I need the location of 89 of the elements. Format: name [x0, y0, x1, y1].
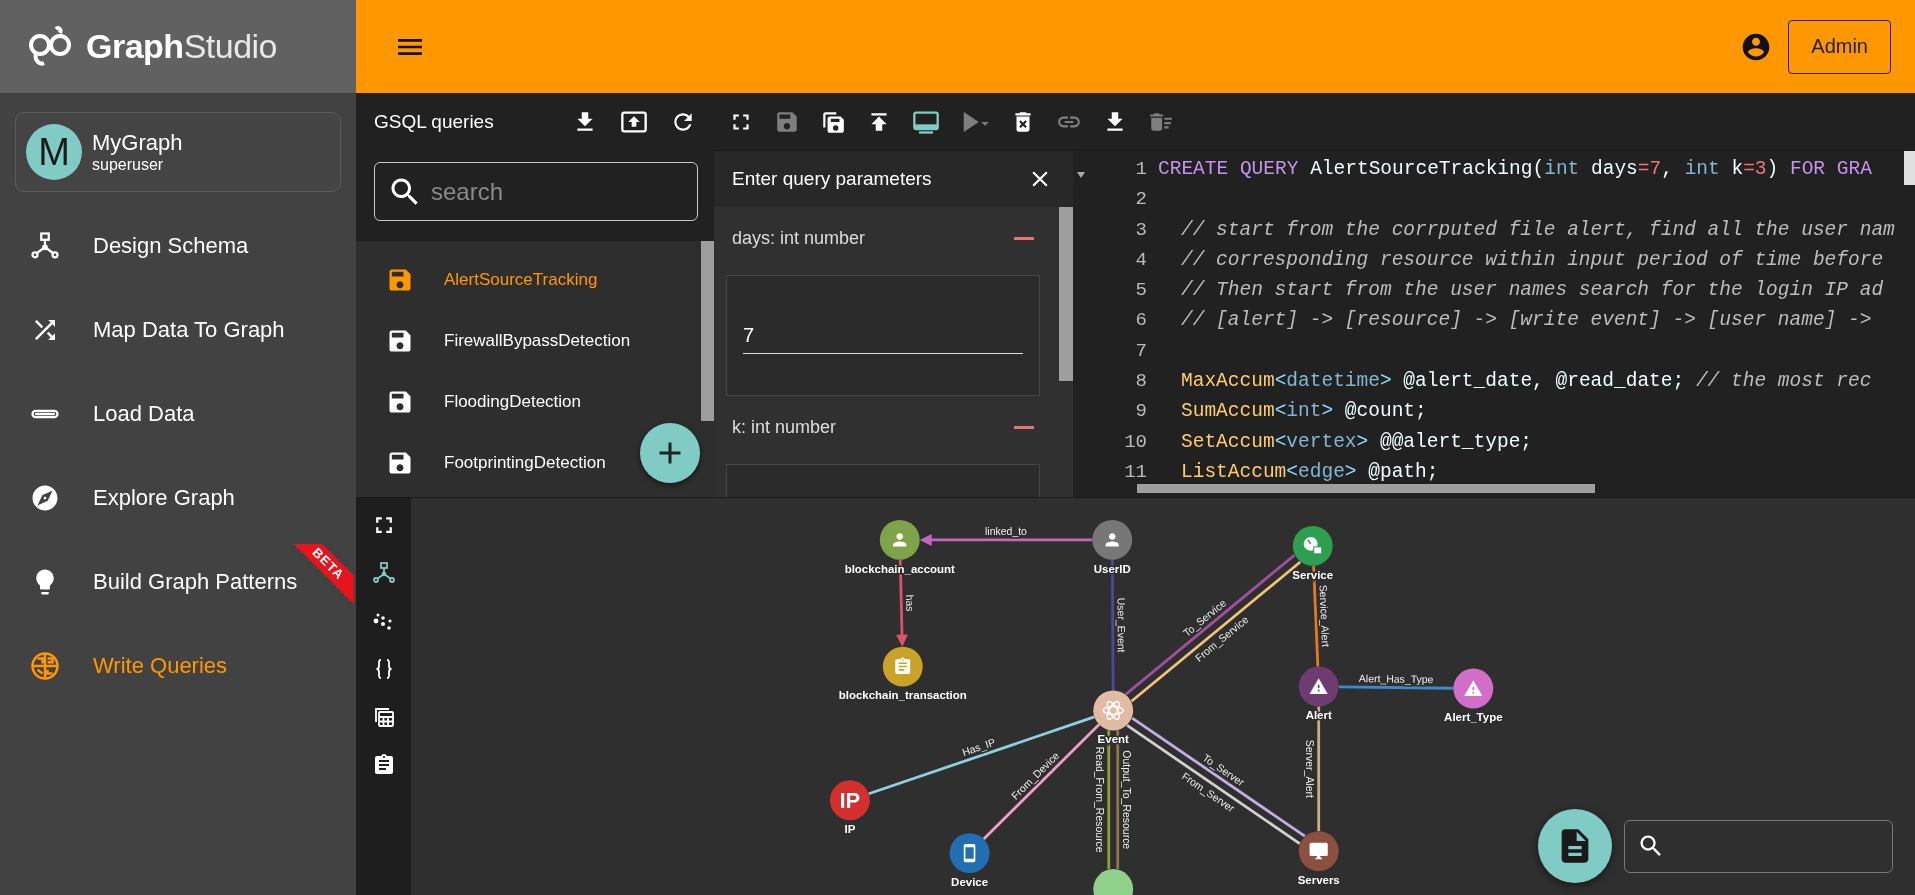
line-number: 9 [1134, 399, 1147, 425]
line-number: 7 [1134, 338, 1147, 364]
line-number: 4 [1134, 247, 1147, 273]
line-number: 11 [1123, 459, 1147, 485]
edge-label: Service_Alert [1317, 584, 1331, 648]
edge-label: Alert_Has_Type [1358, 673, 1434, 685]
search-field[interactable] [1624, 819, 1893, 873]
input-field[interactable]: 7 [743, 317, 1023, 354]
edge-label: Output_To_Resource [1120, 750, 1132, 850]
code-line: CREATE QUERY AlertSourceTracking(int days=7, int k=3) FOR GRA [1158, 157, 1873, 182]
code-line: // Then start from the user names search for the login IP ad [1180, 278, 1885, 304]
graph-canvas[interactable] [411, 498, 1915, 895]
warning-icon [1309, 678, 1328, 694]
person-icon [1105, 533, 1119, 547]
field-label: k: int number [732, 416, 837, 438]
panel-title: Enter query parameters [732, 168, 932, 190]
nav-item[interactable]: Build Graph Patterns [93, 569, 298, 595]
remove-button[interactable] [1014, 236, 1034, 240]
user-role: superuser [92, 156, 165, 174]
compass-icon [30, 483, 60, 513]
edge-label: Server_Alert [1303, 739, 1315, 798]
edge-label: Has_IP [960, 736, 997, 759]
edge-label: User_Event [1115, 597, 1127, 653]
graph-node[interactable] [949, 833, 990, 874]
clock-icon [1303, 536, 1323, 555]
clipboard-icon [895, 657, 911, 674]
nav-item[interactable]: Design Schema [93, 233, 249, 259]
edge-label: has [904, 594, 916, 612]
app-logo: GraphStudio [86, 27, 278, 66]
nav-item[interactable]: Load Data [93, 401, 195, 427]
person-icon [893, 533, 907, 547]
scrollbar[interactable] [1137, 484, 1595, 493]
query-item[interactable]: FootprintingDetection [444, 452, 606, 473]
line-number: 3 [1134, 217, 1147, 243]
panel-title: GSQL queries [374, 110, 495, 133]
remove-button[interactable] [1014, 425, 1034, 429]
monitor-icon [1309, 842, 1328, 860]
node-label: Alert_Type [1444, 711, 1503, 724]
code-line: // corresponding resource within input period of time before [1180, 247, 1885, 273]
code-line: ListAccum<edge> @path; [1180, 459, 1440, 485]
edge-label: Read_From_Resource [1093, 746, 1105, 853]
line-number: 5 [1134, 278, 1147, 304]
node-glyph: IP [839, 788, 861, 814]
node-label: UserID [1093, 562, 1131, 575]
fold-icon[interactable] [1077, 172, 1085, 178]
schema-icon [30, 231, 60, 261]
node-label: Servers [1297, 874, 1340, 887]
graph-node[interactable] [829, 780, 870, 821]
node-label: Device [951, 876, 989, 888]
line-number: 6 [1134, 308, 1147, 334]
graph-node[interactable] [1093, 690, 1134, 731]
line-number: 10 [1123, 429, 1147, 455]
atom-icon [1102, 700, 1124, 721]
phone-icon [963, 843, 976, 863]
query-item[interactable]: FirewallBypassDetection [444, 330, 631, 351]
graph-card[interactable]: M MyGraph superuser [15, 112, 341, 192]
emblem-icon [30, 651, 60, 681]
node-label: IP [844, 823, 856, 836]
nav-item[interactable]: Map Data To Graph [93, 317, 285, 343]
field-label: days: int number [732, 227, 866, 249]
line-number: 1 [1134, 157, 1147, 182]
scrollbar[interactable] [1904, 151, 1915, 185]
query-item[interactable]: AlertSourceTracking [444, 269, 598, 290]
warning-icon [1464, 680, 1483, 696]
user-button[interactable]: Admin [1788, 19, 1891, 74]
edge-label: linked_to [985, 525, 1027, 537]
code-line: MaxAccum<datetime> @alert_date, @read_date; // the most rec [1180, 369, 1873, 395]
line-number: 8 [1134, 369, 1147, 395]
code-line: SetAccum<vertex> @@alert_type; [1180, 429, 1534, 455]
graph-name: MyGraph [92, 130, 183, 156]
nav-item[interactable]: Explore Graph [93, 485, 235, 511]
query-item[interactable]: FloodingDetection [444, 391, 582, 412]
graph-node[interactable] [1092, 519, 1133, 560]
node-label: blockchain_transaction [838, 689, 967, 702]
line-number: 2 [1134, 187, 1147, 213]
code-line: // [alert] -> [resource] -> [write event] -> [user name] -> [1180, 308, 1873, 334]
graph-node[interactable] [879, 519, 920, 560]
scrollbar[interactable] [1059, 207, 1073, 381]
parameter-field[interactable]: 7 [726, 275, 1040, 396]
scrollbar[interactable] [701, 241, 714, 421]
code-line: SumAccum<int> @count; [1180, 399, 1428, 425]
schema-button[interactable] [371, 561, 396, 585]
graph-avatar: M [26, 124, 82, 180]
search-input[interactable]: search [429, 176, 673, 207]
graph-node[interactable] [1093, 869, 1134, 895]
node-label: Event [1097, 733, 1129, 746]
nav-item[interactable]: Write Queries [93, 653, 228, 679]
code-line: // start from the corrputed file alert, find all the user nam [1180, 217, 1895, 243]
search-field[interactable]: search [374, 162, 698, 221]
